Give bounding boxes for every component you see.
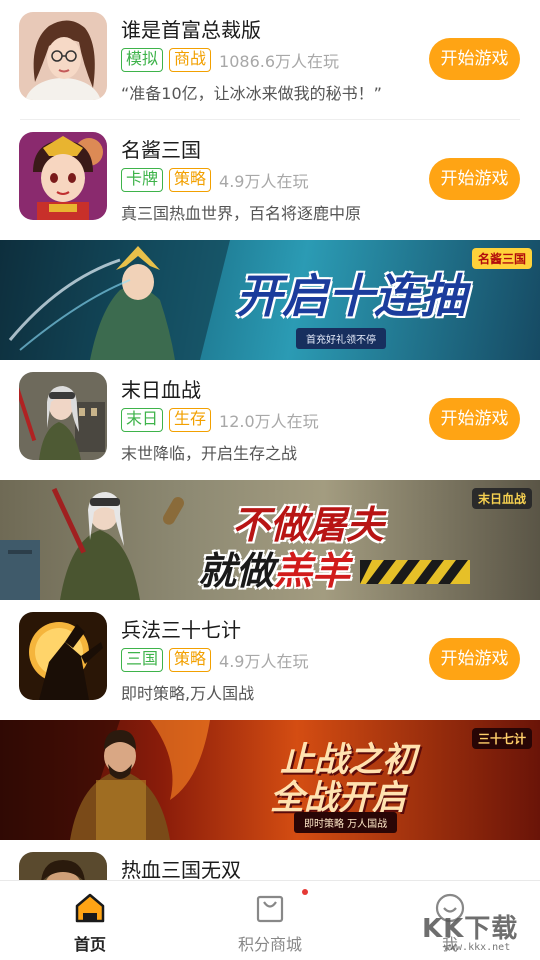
game-tag: 策略 [169,648,212,672]
promo-banner[interactable]: 不做屠夫 就做羔羊 末日血战 [0,480,540,600]
start-game-button[interactable]: 开始游戏 [429,38,520,80]
watermark-text: KK下载 [422,914,519,944]
hero-figure-illustration [0,720,210,840]
player-count: 4.9万人在玩 [219,652,309,671]
watermark-url: www.kkx.net [444,942,511,953]
game-description: “准备10亿，让冰冰来做我的秘书！” [121,84,382,103]
game-tags: 三国 策略 4.9万人在玩 [121,648,308,672]
game-tag: 模拟 [121,48,164,72]
player-count: 1086.6万人在玩 [219,52,340,71]
promo-banner[interactable]: 开启十连抽 首充好礼领不停 名酱三国 [0,240,540,360]
nav-label: 首页 [73,935,106,954]
banner-slogan: 开启十连抽 [236,269,466,323]
promo-banner[interactable]: 止战之初 全战开启 即时策略 万人国战 三十七计 [0,720,540,840]
start-game-button[interactable]: 开始游戏 [429,158,520,200]
game-tags: 模拟 商战 1086.6万人在玩 [121,48,339,72]
game-row[interactable]: 名酱三国 卡牌 策略 4.9万人在玩 真三国热血世界，百名将逐鹿中原 开始游戏 [0,120,540,240]
game-name: 末日血战 [121,378,201,402]
shopping-bag-icon [256,895,284,923]
banner-slogan: 就做羔羊 [198,549,351,593]
game-tag: 生存 [169,408,212,432]
player-count: 12.0万人在玩 [219,412,319,431]
start-game-button[interactable]: 开始游戏 [429,638,520,680]
game-logo: 名酱三国 [471,248,532,269]
game-tags: 卡牌 策略 4.9万人在玩 [121,168,308,192]
game-row[interactable]: 末日血战 末日 生存 12.0万人在玩 末世降临，开启生存之战 开始游戏 [0,360,540,480]
start-game-button[interactable]: 开始游戏 [429,398,520,440]
nav-label: 积分商城 [237,935,302,954]
banner-caption: 即时策略 万人国战 [294,812,398,833]
game-list: 谁是首富总裁版 模拟 商战 1086.6万人在玩 “准备10亿，让冰冰来做我的秘… [0,0,540,880]
game-name: 谁是首富总裁版 [121,18,261,42]
hero-figure-illustration [0,487,184,600]
game-tag: 策略 [169,168,212,192]
watermark-logo: KK下载 www.kkx.net [422,906,534,956]
game-description: 即时策略,万人国战 [121,684,255,703]
game-tag: 卡牌 [121,168,164,192]
home-icon [75,893,105,923]
game-row[interactable]: 热血三国无双 [0,840,540,880]
survivor-girl-icon[interactable] [19,372,107,460]
game-description: 真三国热血世界，百名将逐鹿中原 [121,204,362,223]
game-tag: 末日 [121,408,164,432]
game-tags: 末日 生存 12.0万人在玩 [121,408,319,432]
warlord-icon[interactable] [19,852,107,880]
nav-item-home[interactable]: 首页 [0,881,180,960]
game-row[interactable]: 谁是首富总裁版 模拟 商战 1086.6万人在玩 “准备10亿，让冰冰来做我的秘… [0,0,540,120]
game-logo: 三十七计 [471,728,532,749]
warning-barrier-illustration [360,560,470,584]
game-name: 兵法三十七计 [121,618,241,642]
banner-caption: 首充好礼领不停 [296,328,386,349]
notification-dot [302,889,308,895]
game-name: 热血三国无双 [121,858,241,880]
warrior-moon-icon[interactable] [19,612,107,700]
game-description: 末世降临，开启生存之战 [121,444,298,463]
game-name: 名酱三国 [121,138,201,162]
player-count: 4.9万人在玩 [219,172,309,191]
game-tag: 商战 [169,48,212,72]
nav-item-points-mall[interactable]: 积分商城 [180,881,360,960]
game-tag: 三国 [121,648,164,672]
game-row[interactable]: 兵法三十七计 三国 策略 4.9万人在玩 即时策略,万人国战 开始游戏 [0,600,540,720]
hero-figure-illustration [0,240,230,360]
chibi-general-icon[interactable] [19,132,107,220]
game-logo: 末日血战 [471,488,532,509]
businesswoman-avatar-icon[interactable] [19,12,107,100]
